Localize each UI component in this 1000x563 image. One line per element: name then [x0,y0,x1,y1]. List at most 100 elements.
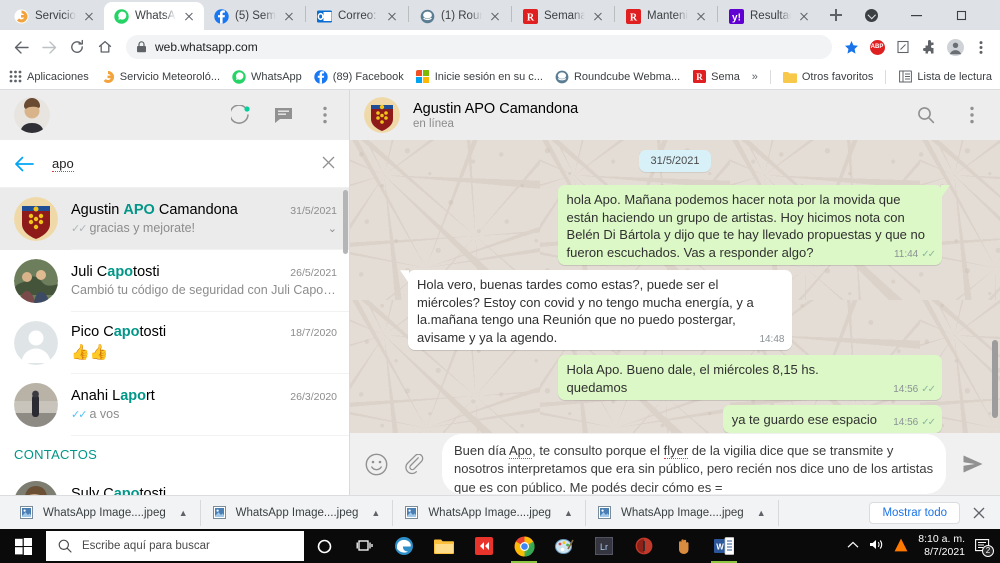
bookmark-item[interactable]: R Semanario Reflejos... [692,70,740,84]
new-tab-button[interactable] [823,2,849,28]
contact-avatar[interactable] [14,481,58,495]
file-explorer-icon[interactable] [424,529,464,563]
outgoing-message-bubble[interactable]: hola Apo. Mañana podemos hacer nota por … [557,185,950,266]
search-back-icon[interactable] [14,156,36,172]
account-icon[interactable] [944,36,966,58]
browser-tab[interactable]: y! Resultados [719,2,819,30]
volume-icon[interactable] [869,538,884,554]
other-bookmarks-folder[interactable]: Otros favoritos [782,70,873,84]
address-bar[interactable]: web.whatsapp.com [126,35,832,59]
download-item[interactable]: WhatsApp Image....jpeg ▲ [393,499,586,526]
action-center-icon[interactable]: 2 [975,538,994,557]
message-area[interactable]: 31/5/2021 hola Apo. Mañana podemos hacer… [350,140,1000,433]
sidebar-scrollbar[interactable] [343,190,348,254]
contact-avatar[interactable] [14,197,58,241]
home-icon[interactable] [92,34,118,60]
search-input[interactable]: apo [52,156,306,172]
outgoing-message-bubble[interactable]: Hola Apo. Bueno dale, el miércoles 8,15 … [557,355,942,401]
bookmarks-overflow[interactable]: » [752,71,758,83]
tab-close-icon[interactable] [182,9,196,23]
download-item[interactable]: WhatsApp Image....jpeg ▲ [586,499,779,526]
browser-tab[interactable]: (1) Roundc [410,2,510,30]
show-all-downloads-button[interactable]: Mostrar todo [869,501,960,524]
caret-up-icon[interactable]: ▲ [179,508,188,518]
tab-close-icon[interactable] [282,9,296,23]
search-icon[interactable] [916,105,936,125]
contact-avatar[interactable] [364,97,400,133]
browser-tab[interactable]: R Semanario [513,2,613,30]
bookmark-item[interactable]: Roundcube Webma... [555,70,680,84]
chat-list-item[interactable]: Agustin APO Camandona 31/5/2021 ✓✓ gracias … [0,188,349,250]
bookmark-item[interactable]: Servicio Meteoroló... [101,69,220,84]
bookmark-item[interactable]: Inicie sesión en su c... [416,70,543,84]
caret-up-icon[interactable]: ▲ [564,508,573,518]
profile-avatar[interactable] [14,97,50,133]
cortana-icon[interactable] [304,529,344,563]
outgoing-message-bubble[interactable]: ya te guardo ese espacio 14:56 ✓✓ [722,405,942,433]
app-red-icon[interactable] [624,529,664,563]
chat-list-item[interactable]: Anahi Laport 26/3/2020 ✓✓ a vos [0,374,349,436]
incoming-message-bubble[interactable]: Hola vero, buenas tardes como estas?, pu… [400,270,793,351]
forward-icon[interactable] [36,34,62,60]
close-downloads-bar-icon[interactable] [966,500,992,526]
bookmark-item[interactable]: (89) Facebook [314,69,404,84]
hand-icon[interactable] [664,529,704,563]
conversation-scrollbar[interactable] [992,340,998,418]
star-icon[interactable] [840,36,862,58]
caret-up-icon[interactable]: ▲ [757,508,766,518]
contact-avatar[interactable] [14,383,58,427]
tab-close-icon[interactable] [797,9,811,23]
word-icon[interactable]: W [704,529,744,563]
reload-icon[interactable] [64,34,90,60]
pdf-icon[interactable] [892,36,914,58]
tab-close-icon[interactable] [385,9,399,23]
contact-avatar[interactable] [14,321,58,365]
paperclip-icon[interactable] [403,452,428,477]
minimize-button[interactable] [894,0,939,30]
lightroom-icon[interactable]: Lr [584,529,624,563]
conversation-title-block[interactable]: Agustin APO Camandona en línea [413,100,578,130]
new-chat-icon[interactable] [273,105,293,125]
search-clear-icon[interactable] [322,156,335,172]
caret-up-icon[interactable]: ▲ [371,508,380,518]
contact-avatar[interactable] [14,259,58,303]
message-input[interactable]: Buen día Apo, te consulto porque el flye… [442,434,946,494]
avast-icon[interactable] [894,538,908,555]
browser-tab[interactable]: (5) Semana [204,2,304,30]
windows-start-icon[interactable] [0,529,46,563]
taskbar-search-box[interactable]: Escribe aquí para buscar [46,531,304,561]
tray-chevron-up-icon[interactable] [847,540,859,552]
tab-close-icon[interactable] [694,9,708,23]
maximize-button[interactable] [939,0,984,30]
close-button[interactable] [984,0,1000,30]
chat-list[interactable]: Agustin APO Camandona 31/5/2021 ✓✓ gracias … [0,188,349,495]
recuva-icon[interactable] [464,529,504,563]
tab-close-icon[interactable] [82,9,96,23]
reading-list-button[interactable]: Lista de lectura [898,70,992,84]
browser-tab[interactable]: Servicio Me [4,2,104,30]
chat-list-item[interactable]: Juli Capotosti 26/5/2021 Cambió tu código … [0,250,349,312]
download-item[interactable]: WhatsApp Image....jpeg ▲ [201,499,394,526]
menu-dots-icon[interactable] [315,105,335,125]
send-icon[interactable] [960,451,986,477]
tab-close-icon[interactable] [488,9,502,23]
profile-circle-icon[interactable] [849,0,894,30]
menu-dots-icon[interactable] [962,105,982,125]
task-view-icon[interactable] [344,529,384,563]
back-icon[interactable] [8,34,34,60]
status-ring-icon[interactable] [231,105,251,125]
browser-tab[interactable]: R Mantenimie [616,2,716,30]
paint-icon[interactable] [544,529,584,563]
adblock-icon[interactable]: ABP [866,36,888,58]
edge-icon[interactable] [384,529,424,563]
emoji-icon[interactable] [364,452,389,477]
tab-close-icon[interactable] [591,9,605,23]
chrome-menu-icon[interactable] [970,36,992,58]
chrome-icon[interactable] [504,529,544,563]
download-item[interactable]: WhatsApp Image....jpeg ▲ [8,499,201,526]
chevron-down-icon[interactable]: ⌄ [322,222,337,235]
browser-tab[interactable]: WhatsApp [104,2,204,30]
bookmark-item[interactable]: Aplicaciones [8,70,89,84]
bookmark-item[interactable]: WhatsApp [232,69,302,84]
taskbar-clock[interactable]: 8:10 a. m. 8/7/2021 [918,533,965,560]
